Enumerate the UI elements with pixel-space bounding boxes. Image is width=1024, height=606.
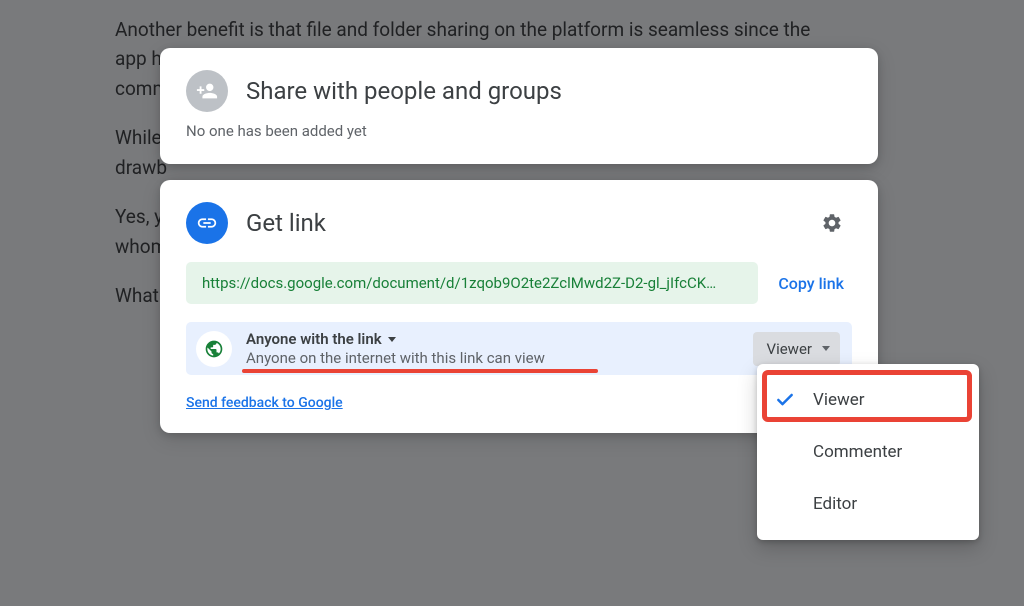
- globe-icon: [196, 331, 232, 367]
- link-scope-selector[interactable]: Anyone with the link: [246, 330, 753, 348]
- link-icon: [186, 202, 228, 244]
- check-icon: [775, 390, 797, 410]
- role-option-label: Viewer: [813, 390, 865, 410]
- share-subtitle: No one has been added yet: [186, 122, 852, 140]
- link-scope-label: Anyone with the link: [246, 330, 382, 348]
- send-feedback-link[interactable]: Send feedback to Google: [186, 395, 343, 411]
- copy-link-button[interactable]: Copy link: [770, 264, 852, 303]
- get-link-title: Get link: [246, 209, 794, 237]
- link-permission-row: Anyone with the link Anyone on the inter…: [186, 322, 852, 375]
- share-title: Share with people and groups: [246, 77, 562, 105]
- role-option-label: Editor: [813, 494, 857, 514]
- person-add-icon: [186, 70, 228, 112]
- role-selector-label: Viewer: [767, 340, 812, 358]
- share-people-card: Share with people and groups No one has …: [160, 48, 878, 164]
- role-option-commenter[interactable]: Commenter: [757, 426, 979, 478]
- annotation-underline: [242, 369, 598, 373]
- gear-icon: [821, 212, 843, 234]
- chevron-down-icon: [822, 346, 830, 351]
- settings-button[interactable]: [812, 203, 852, 243]
- link-scope-description: Anyone on the internet with this link ca…: [246, 349, 753, 367]
- chevron-down-icon: [388, 337, 396, 342]
- role-option-viewer[interactable]: Viewer: [757, 374, 979, 426]
- role-selector[interactable]: Viewer: [753, 332, 840, 366]
- role-dropdown: Viewer Commenter Editor: [757, 364, 979, 540]
- role-option-label: Commenter: [813, 442, 902, 462]
- role-option-editor[interactable]: Editor: [757, 478, 979, 530]
- share-url[interactable]: https://docs.google.com/document/d/1zqob…: [186, 262, 758, 304]
